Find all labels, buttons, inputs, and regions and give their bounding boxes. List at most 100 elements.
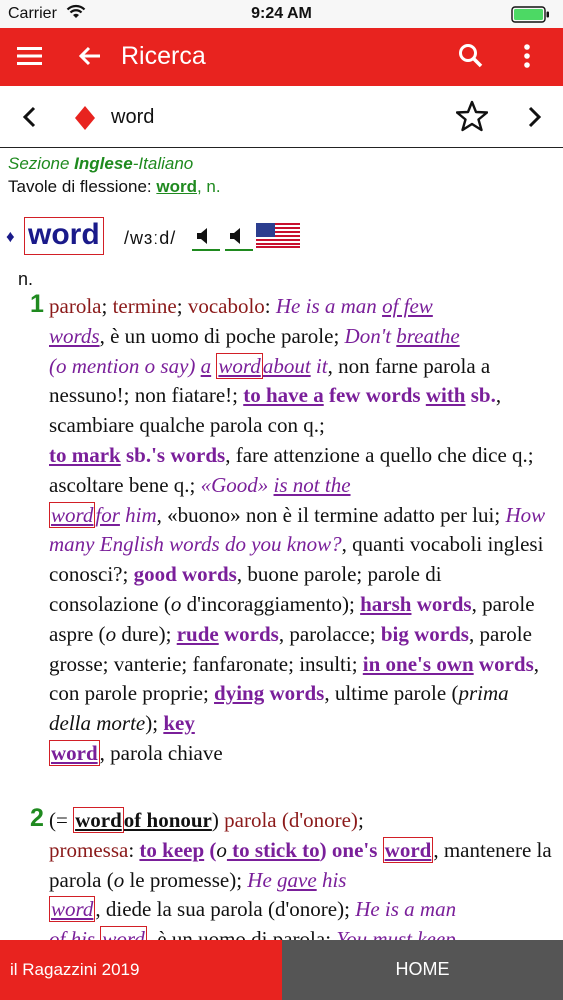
separator: ; [349,591,361,616]
phrase: words [411,591,472,616]
example-text: ( [49,353,56,378]
next-word-chevron-icon[interactable] [524,105,544,134]
phrase-link[interactable]: to keep [139,838,204,862]
battery-icon [511,6,551,28]
headword-marker: ♦ [6,227,15,246]
translation-text: , parolacce [278,621,370,646]
dictionary-entry[interactable]: Sezione Inglese-Italiano Tavole di fless… [0,149,563,940]
phrase-link[interactable]: to stick to [227,838,320,862]
translation-text: , è un uomo di poche parole [99,323,334,348]
search-icon[interactable] [458,43,484,74]
dictionary-label: il Ragazzini 2019 [10,960,140,979]
example-link[interactable]: is not the [274,473,351,497]
translation-text: , buone parole [236,562,357,587]
example-link[interactable]: for [95,503,120,527]
phrase-link[interactable]: in one's own [363,652,474,676]
speaker-us-icon[interactable] [225,223,253,251]
phrase: ( [204,837,217,862]
example-link[interactable]: of his [49,927,100,940]
sense-1: parola; termine; vocabolo: He is a man o… [49,292,554,769]
highlighted-word[interactable]: word [49,739,100,766]
more-vert-icon[interactable] [523,43,531,74]
example-text: it [310,353,328,378]
separator: ; [494,502,506,527]
separator: : [128,837,140,862]
example-link[interactable]: of few [382,294,433,318]
separator: ; [202,681,215,706]
phrase: words [264,681,325,706]
translation-text: , è un uomo di parola [146,927,326,940]
example-text: «Good» [200,472,274,497]
example-link[interactable]: a [201,354,212,378]
menu-icon[interactable] [17,45,43,72]
example-text: his [316,867,347,892]
translation-or: o [105,621,117,646]
translation-text: , parola chiave [99,740,223,765]
sense-2: (= wordof honour) parola (d'onore); prom… [49,806,554,940]
current-word: word [111,106,155,128]
phrase-link[interactable]: dying [214,681,264,705]
home-button[interactable]: HOME [282,940,563,1000]
phrase: few words [323,383,426,408]
highlighted-word[interactable]: word [49,501,96,528]
example-link[interactable]: about [263,354,311,378]
phrase-link[interactable]: to mark [49,443,121,467]
separator: ; [236,867,248,892]
phrase-link[interactable]: rude [177,622,219,646]
translation-or: o [170,591,182,616]
headword: word [24,217,104,255]
sense-number: 1 [30,290,44,318]
translation-text: , ultime parole ( [324,681,459,706]
separator: ; [176,294,188,318]
highlighted-word[interactable]: word [216,352,263,379]
translation-or: o [113,867,125,892]
favorite-star-icon[interactable] [455,100,489,137]
translation-text: , fare attenzione a quello che dice q. [225,442,528,467]
bottom-bar: il Ragazzini 2019 HOME [0,940,563,1000]
separator: ; [189,472,201,497]
word-navigation-bar: word [0,86,563,148]
separator: ; [181,651,193,676]
translation-text: ascoltare bene q. [49,472,190,497]
translation-text: dure) [116,621,166,646]
translation-text: fanfaronate [192,651,289,676]
separator: ; [344,897,356,922]
separator: ; [288,651,300,676]
separator: ; [232,383,244,408]
translation-text: , diede la sua parola (d'onore) [95,897,345,922]
example-link[interactable]: gave [277,868,317,892]
phrase-link[interactable]: harsh [360,592,411,616]
phrase-link[interactable]: with [426,383,466,407]
clock: 9:24 AM [251,5,312,22]
phrase-link[interactable]: to have a [243,383,324,407]
dictionary-button[interactable]: il Ragazzini 2019 [0,940,282,1000]
inflection-link[interactable]: word [156,177,197,196]
separator: ; [369,621,381,646]
translation-text: le promesse) [124,867,237,892]
example-link[interactable]: breathe [396,324,459,348]
back-arrow-icon[interactable] [78,44,102,73]
speaker-uk-icon[interactable] [192,223,220,251]
highlighted-word[interactable]: word [73,807,124,833]
translation-text: d'incoraggiamento) [181,591,350,616]
phrase-link[interactable]: key [163,711,195,735]
us-flag-icon[interactable] [256,223,300,253]
previous-word-chevron-icon[interactable] [20,105,40,134]
sense-number: 2 [30,804,44,832]
home-label: HOME [395,959,450,979]
phrase: big words [380,621,469,646]
translation: parola (d'onore) [224,808,358,832]
highlighted-word[interactable]: word [382,836,434,863]
highlighted-word[interactable]: word [100,926,147,940]
separator: ; [333,323,345,348]
app-bar: Ricerca [0,28,563,86]
phrase-link[interactable]: of honour [124,808,212,832]
phrase: sb. [465,383,496,408]
separator: ; [318,413,325,438]
example-link[interactable]: words [49,324,100,348]
separator: ; [101,294,113,318]
translation: vocabolo [187,294,265,318]
section-prefix: Sezione [8,154,75,173]
separator: ; [527,442,534,467]
highlighted-word[interactable]: word [49,896,96,923]
